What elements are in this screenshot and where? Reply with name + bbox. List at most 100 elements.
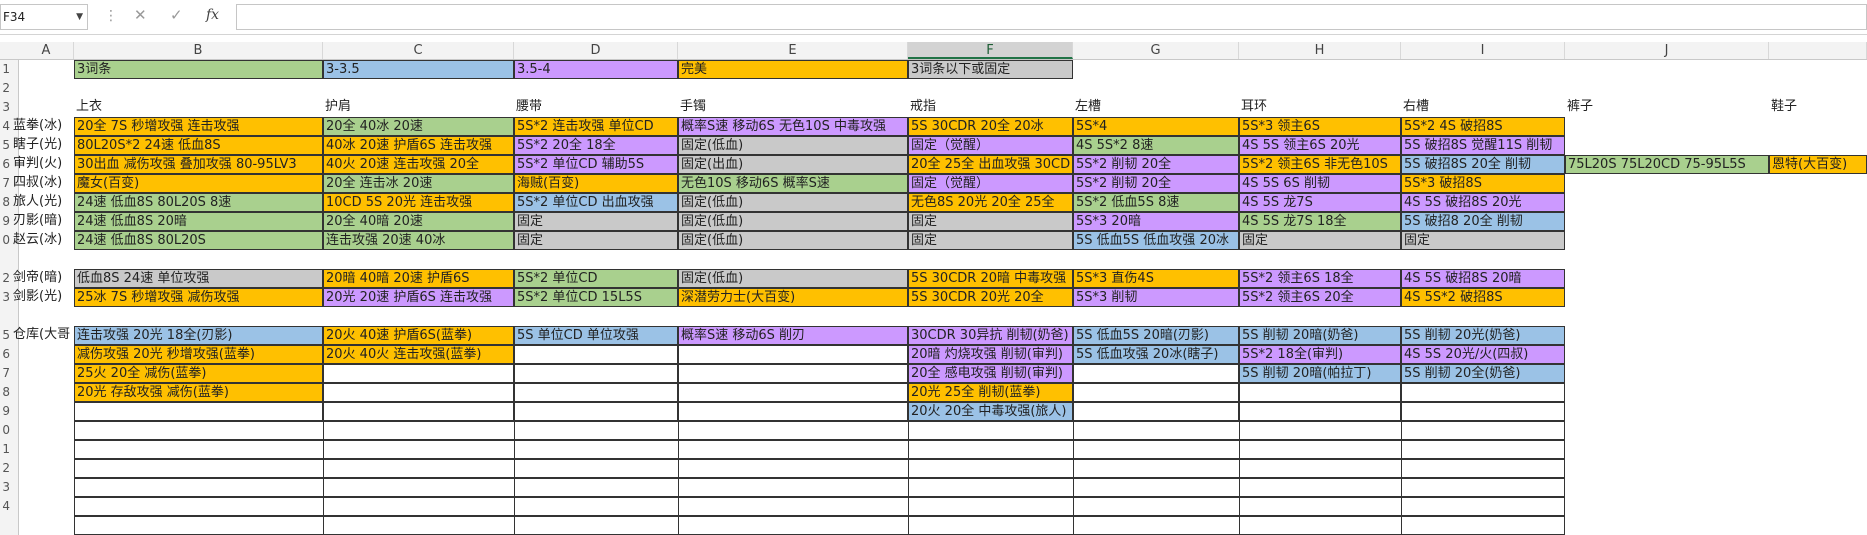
row-label[interactable]: 刃影(暗) bbox=[13, 212, 62, 230]
legend-3.5-4[interactable]: 3.5-4 bbox=[514, 60, 678, 79]
header-top[interactable]: 上衣 bbox=[74, 98, 323, 117]
cell[interactable]: 5S 低血攻强 20冰(瞎子) bbox=[1073, 345, 1239, 364]
row-header[interactable]: 0 bbox=[0, 421, 19, 440]
cell[interactable]: 30CDR 30异抗 削韧(奶爸) bbox=[908, 326, 1073, 345]
row-header[interactable]: 9 bbox=[0, 402, 19, 421]
cell[interactable]: 5S*2 领主6S 20全 bbox=[1239, 288, 1401, 307]
cell[interactable]: 20全 感电攻强 削韧(审判) bbox=[908, 364, 1073, 383]
row-header[interactable]: 3 bbox=[0, 478, 19, 497]
cell[interactable]: 20全 40冰 20速 bbox=[323, 117, 514, 136]
header-shoulder[interactable]: 护肩 bbox=[323, 98, 514, 117]
cell[interactable]: 连击攻强 20光 18全(刃影) bbox=[74, 326, 323, 345]
legend-3-affix[interactable]: 3词条 bbox=[74, 60, 323, 79]
column-header-j[interactable]: J bbox=[1565, 42, 1769, 59]
cell[interactable]: 4S 5S 龙7S bbox=[1239, 193, 1401, 212]
cell[interactable]: 5S 破招8S 20全 削韧 bbox=[1401, 155, 1565, 174]
cell[interactable]: 5S 30CDR 20全 20冰 bbox=[908, 117, 1073, 136]
cell[interactable]: 5S 削韧 20暗(奶爸) bbox=[1239, 326, 1401, 345]
cell[interactable]: 5S 削韧 20暗(帕拉丁) bbox=[1239, 364, 1401, 383]
cell[interactable]: 固定(低血) bbox=[678, 136, 908, 155]
row-header[interactable] bbox=[0, 516, 19, 535]
cell[interactable]: 5S 低血5S 20暗(刃影) bbox=[1073, 326, 1239, 345]
cell[interactable] bbox=[1401, 383, 1565, 402]
header-right-slot[interactable]: 右槽 bbox=[1401, 98, 1565, 117]
cell[interactable]: 80L20S*2 24速 低血8S bbox=[74, 136, 323, 155]
cell[interactable] bbox=[74, 459, 1565, 478]
legend-3-3.5[interactable]: 3-3.5 bbox=[323, 60, 514, 79]
cell[interactable]: 固定 bbox=[514, 212, 678, 231]
column-header-g[interactable]: G bbox=[1073, 42, 1239, 59]
row-header[interactable]: 6 bbox=[0, 345, 19, 364]
cell[interactable]: 5S 破招8S 觉醒11S 削韧 bbox=[1401, 136, 1565, 155]
column-header-k[interactable] bbox=[1769, 42, 1867, 59]
row-header[interactable]: 2 bbox=[0, 459, 19, 478]
row-header[interactable]: 8 bbox=[0, 383, 19, 402]
row-label[interactable]: 剑影(光) bbox=[13, 288, 62, 306]
legend-fixed[interactable]: 3词条以下或固定 bbox=[908, 60, 1073, 79]
cell[interactable]: 5S*3 20暗 bbox=[1073, 212, 1239, 231]
cell[interactable]: 5S 破招8 20全 削韧 bbox=[1401, 212, 1565, 231]
cell[interactable] bbox=[74, 402, 323, 421]
cell[interactable]: 海贼(百变) bbox=[514, 174, 678, 193]
cell[interactable]: 40火 20速 连击攻强 20全 bbox=[323, 155, 514, 174]
row-label[interactable]: 剑帝(暗) bbox=[13, 269, 62, 287]
cell[interactable]: 固定 bbox=[514, 231, 678, 250]
cell[interactable]: 30出血 减伤攻强 叠加攻强 80-95LV3 bbox=[74, 155, 323, 174]
cell[interactable]: 4S 5S 破招8S 20暗 bbox=[1401, 269, 1565, 288]
cell[interactable]: 5S 30CDR 20光 20全 bbox=[908, 288, 1073, 307]
cell[interactable]: 5S*2 领主6S 非无色10S bbox=[1239, 155, 1401, 174]
cell[interactable]: 5S*2 削韧 20全 bbox=[1073, 155, 1239, 174]
column-header-e[interactable]: E bbox=[678, 42, 908, 59]
cell[interactable]: 20火 20全 中毒攻强(旅人) bbox=[908, 402, 1073, 421]
cell[interactable]: 75L20S 75L20CD 75-95L5S bbox=[1565, 155, 1769, 174]
row-label[interactable]: 赵云(冰) bbox=[13, 231, 62, 249]
cell[interactable]: 5S 削韧 20全(奶爸) bbox=[1401, 364, 1565, 383]
cell[interactable] bbox=[323, 383, 514, 402]
row-label[interactable]: 瞎子(光) bbox=[13, 136, 62, 154]
cell[interactable]: 4S 5S 龙7S 18全 bbox=[1239, 212, 1401, 231]
cell[interactable]: 24速 低血8S 80L20S 8速 bbox=[74, 193, 323, 212]
cell[interactable]: 固定（觉醒） bbox=[908, 136, 1073, 155]
column-header-a[interactable]: A bbox=[19, 42, 74, 59]
row-header[interactable]: 2 bbox=[0, 79, 19, 98]
cell[interactable]: 5S*2 削韧 20全 bbox=[1073, 174, 1239, 193]
column-header-h[interactable]: H bbox=[1239, 42, 1401, 59]
cell[interactable] bbox=[514, 364, 678, 383]
cell[interactable]: 4S 5S 20光/火(四叔) bbox=[1401, 345, 1565, 364]
cell[interactable] bbox=[1073, 364, 1239, 383]
cell[interactable]: 5S*2 18全(审判) bbox=[1239, 345, 1401, 364]
cell[interactable] bbox=[74, 497, 1565, 516]
header-bracelet[interactable]: 手镯 bbox=[678, 98, 908, 117]
insert-function-icon[interactable]: fx bbox=[206, 7, 219, 23]
cell[interactable] bbox=[1239, 383, 1401, 402]
cell[interactable]: 20光 存敌攻强 减伤(蓝拳) bbox=[74, 383, 323, 402]
row-label[interactable]: 仓库(大哥 bbox=[13, 326, 73, 344]
cell[interactable]: 20暗 灼烧攻强 削韧(审判) bbox=[908, 345, 1073, 364]
cell[interactable]: 4S 5S 领主6S 20光 bbox=[1239, 136, 1401, 155]
header-pants[interactable]: 裤子 bbox=[1565, 98, 1769, 117]
cell[interactable]: 5S 削韧 20光(奶爸) bbox=[1401, 326, 1565, 345]
cell[interactable]: 4S 5S*2 8速 bbox=[1073, 136, 1239, 155]
row-header[interactable]: 1 bbox=[0, 60, 19, 79]
cell[interactable]: 4S 5S 6S 削韧 bbox=[1239, 174, 1401, 193]
cell[interactable]: 20光 20速 护盾6S 连击攻强 bbox=[323, 288, 514, 307]
row-label[interactable]: 审判(火) bbox=[13, 155, 62, 173]
cell[interactable] bbox=[514, 383, 678, 402]
cell[interactable]: 连击攻强 20速 40冰 bbox=[323, 231, 514, 250]
cell[interactable]: 固定(出血) bbox=[678, 155, 908, 174]
row-label[interactable]: 蓝拳(冰) bbox=[13, 117, 62, 135]
cell[interactable]: 5S*3 领主6S bbox=[1239, 117, 1401, 136]
cell[interactable]: 无色8S 20光 20全 25全 bbox=[908, 193, 1073, 212]
cell[interactable]: 固定(低血) bbox=[678, 212, 908, 231]
more-options-icon[interactable]: ⋮ bbox=[104, 8, 118, 24]
cell[interactable]: 5S*2 单位CD 辅助5S bbox=[514, 155, 678, 174]
row-header[interactable]: 4 bbox=[0, 497, 19, 516]
cell[interactable]: 40冰 20速 护盾6S 连击攻强 bbox=[323, 136, 514, 155]
cell[interactable]: 24速 低血8S 80L20S bbox=[74, 231, 323, 250]
cell[interactable]: 20火 40速 护盾6S(蓝拳) bbox=[323, 326, 514, 345]
cell[interactable]: 5S 30CDR 20暗 中毒攻强 bbox=[908, 269, 1073, 288]
cell[interactable]: 魔女(百变) bbox=[74, 174, 323, 193]
cell[interactable]: 5S*3 破招8S bbox=[1401, 174, 1565, 193]
cell[interactable]: 20全 25全 出血攻强 30CD bbox=[908, 155, 1073, 174]
cancel-icon[interactable]: ✕ bbox=[134, 6, 147, 24]
